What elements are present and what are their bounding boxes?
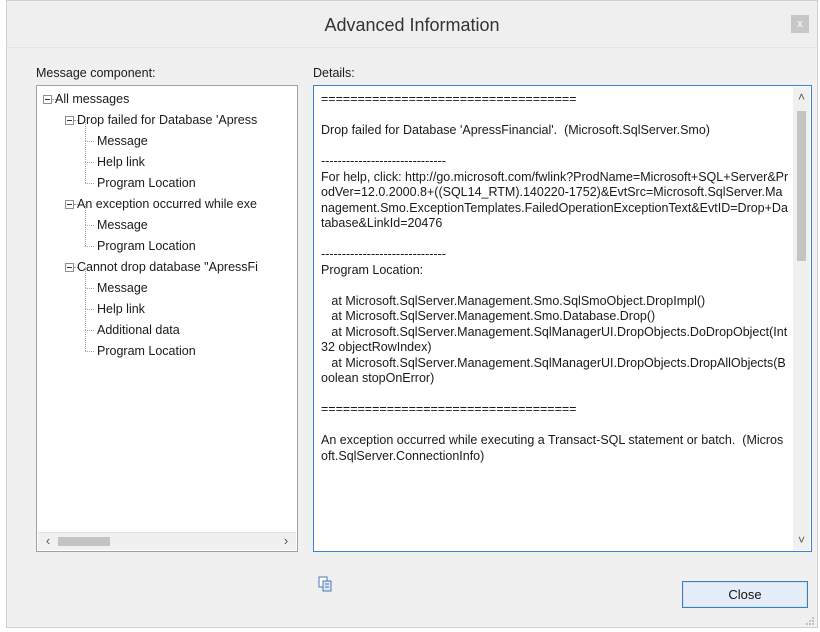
collapse-icon[interactable] (65, 116, 74, 125)
tree-connector (85, 162, 94, 163)
tree-item[interactable]: Message (37, 204, 297, 235)
tree-connector (85, 309, 86, 330)
tree-connector (85, 183, 94, 184)
tree-item-label: An exception occurred while exe (77, 197, 257, 211)
tree-item-label: Cannot drop database "ApressFi (77, 260, 258, 274)
tree-connector (85, 225, 86, 246)
copy-icon[interactable] (317, 575, 335, 593)
advanced-information-dialog: Advanced Information x Message component… (6, 0, 818, 628)
tree-connector (85, 120, 86, 141)
collapse-icon[interactable] (65, 200, 74, 209)
tree-item[interactable]: All messages (37, 89, 297, 109)
tree-item-label: Message (97, 218, 148, 232)
tree-item[interactable]: Help link (37, 288, 297, 319)
resize-grip-icon[interactable] (805, 615, 815, 625)
details-text: =================================== Drop… (321, 92, 789, 463)
tree-connector (85, 288, 86, 309)
tree-connector (85, 225, 94, 226)
horizontal-scroll-thumb[interactable] (58, 537, 110, 546)
details-label: Details: (313, 66, 355, 80)
vertical-scrollbar[interactable]: ˄ ˅ (793, 87, 810, 550)
message-component-label: Message component: (36, 66, 156, 80)
tree-item-label: Message (97, 134, 148, 148)
scroll-right-icon[interactable]: › (278, 534, 294, 549)
tree-connector (85, 204, 86, 225)
tree-item-label: Program Location (97, 239, 196, 253)
close-icon[interactable]: x (791, 15, 809, 33)
tree-connector (85, 288, 94, 289)
tree-connector (85, 141, 86, 162)
tree-item-label: Program Location (97, 176, 196, 190)
horizontal-scrollbar[interactable]: ‹ › (38, 532, 296, 550)
tree-item-label: All messages (55, 92, 130, 106)
tree-item[interactable]: Program Location (37, 330, 297, 361)
tree-item[interactable]: Program Location (37, 225, 297, 256)
scroll-up-icon[interactable]: ˄ (793, 89, 810, 105)
tree-item[interactable]: Additional data (37, 309, 297, 340)
details-text-area[interactable]: =================================== Drop… (313, 85, 812, 552)
tree-item[interactable]: Message (37, 120, 297, 151)
collapse-icon[interactable] (65, 263, 74, 272)
tree-item-label: Message (97, 281, 148, 295)
tree-item-label: Help link (97, 155, 145, 169)
tree-connector (85, 309, 94, 310)
tree-connector (85, 246, 94, 247)
close-button[interactable]: Close (682, 581, 808, 608)
collapse-icon[interactable] (43, 95, 52, 104)
tree-item[interactable]: Message (37, 267, 297, 298)
scroll-left-icon[interactable]: ‹ (40, 534, 56, 549)
tree-connector (85, 330, 94, 331)
tree-item-label: Drop failed for Database 'Apress (77, 113, 258, 127)
tree-item[interactable]: Drop failed for Database 'Apress (37, 110, 297, 130)
tree-item[interactable]: Program Location (37, 162, 297, 193)
tree-item[interactable]: Help link (37, 141, 297, 172)
dialog-title: Advanced Information (324, 15, 500, 35)
tree-connector (85, 267, 86, 288)
tree-connector (85, 351, 94, 352)
tree-item[interactable]: An exception occurred while exe (37, 194, 297, 214)
vertical-scroll-thumb[interactable] (797, 111, 806, 261)
tree-connector (85, 330, 86, 351)
tree-item-label: Program Location (97, 344, 196, 358)
tree-item-label: Help link (97, 302, 145, 316)
tree-connector (85, 141, 94, 142)
message-component-tree[interactable]: All messages Drop failed for Database 'Ap… (36, 85, 298, 552)
tree-connector (85, 162, 86, 183)
tree-item[interactable]: Cannot drop database "ApressFi (37, 257, 297, 277)
scroll-down-icon[interactable]: ˅ (793, 532, 810, 548)
tree-item-label: Additional data (97, 323, 180, 337)
title-bar[interactable]: Advanced Information x (7, 1, 817, 48)
